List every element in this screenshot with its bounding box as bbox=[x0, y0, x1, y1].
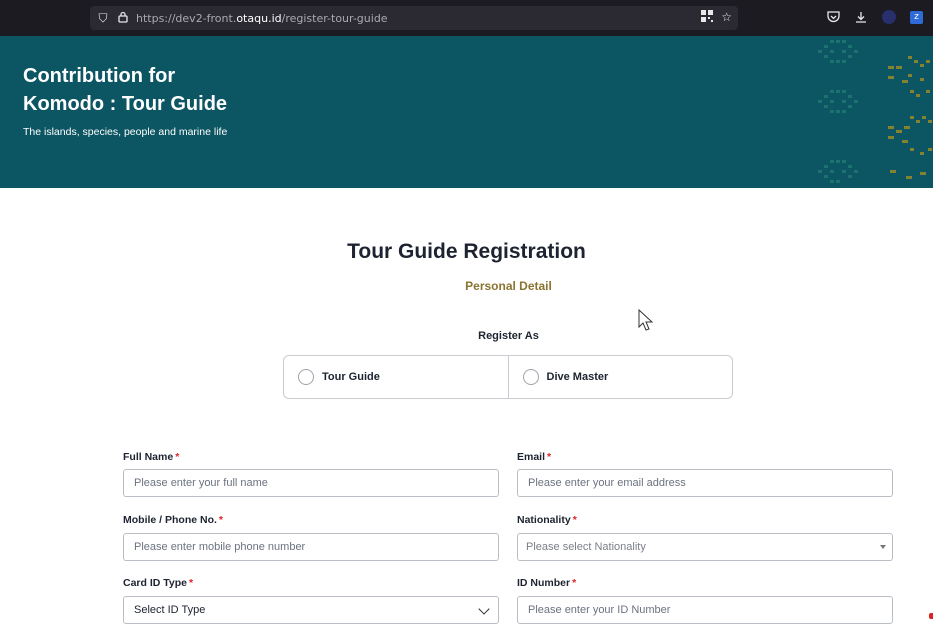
required-mark: * bbox=[572, 514, 577, 526]
register-as-radio-group: Tour Guide Dive Master bbox=[283, 355, 733, 399]
nationality-select[interactable]: Please select Nationality bbox=[517, 533, 893, 561]
browser-toolbar: ⛉ https://dev2-front.otaqu.id/register-t… bbox=[0, 0, 933, 36]
radio-label: Dive Master bbox=[546, 371, 609, 383]
required-mark: * bbox=[188, 577, 194, 589]
phone-field[interactable] bbox=[123, 533, 499, 561]
decorative-pattern bbox=[818, 40, 932, 183]
chevron-down-icon bbox=[478, 603, 490, 615]
radio-option-tour-guide[interactable]: Tour Guide bbox=[284, 356, 508, 398]
required-mark: * bbox=[218, 514, 224, 526]
address-bar[interactable]: ⛉ https://dev2-front.otaqu.id/register-t… bbox=[90, 6, 738, 30]
email-field[interactable] bbox=[517, 469, 893, 497]
register-as-label: Register As bbox=[478, 330, 539, 342]
nationality-label: Nationality * bbox=[517, 514, 577, 526]
url-text[interactable]: https://dev2-front.otaqu.id/register-tou… bbox=[136, 12, 388, 25]
card-id-type-value: Select ID Type bbox=[134, 604, 206, 616]
required-mark: * bbox=[175, 451, 180, 463]
phone-input[interactable] bbox=[134, 541, 498, 553]
mouse-pointer-icon bbox=[638, 309, 654, 331]
extension-icon[interactable] bbox=[882, 10, 896, 24]
email-label: Email * bbox=[517, 451, 552, 463]
id-number-field[interactable] bbox=[517, 596, 893, 624]
bookmark-star-icon[interactable]: ☆ bbox=[721, 10, 732, 25]
pocket-icon[interactable] bbox=[826, 10, 840, 24]
hero-title: Contribution for Komodo : Tour Guide bbox=[23, 65, 228, 115]
phone-label: Mobile / Phone No. * bbox=[123, 514, 224, 526]
shield-icon[interactable]: ⛉ bbox=[96, 11, 110, 26]
full-name-input[interactable] bbox=[134, 477, 498, 489]
full-name-field[interactable] bbox=[123, 469, 499, 497]
lock-icon[interactable] bbox=[116, 11, 130, 26]
floating-widget-edge[interactable] bbox=[929, 613, 933, 619]
radio-button[interactable] bbox=[522, 369, 539, 385]
radio-label: Tour Guide bbox=[322, 371, 380, 383]
download-icon[interactable] bbox=[854, 10, 868, 24]
qr-code-icon[interactable] bbox=[701, 10, 714, 25]
hero-banner: Contribution for Komodo : Tour Guide The… bbox=[0, 36, 933, 188]
caret-down-icon bbox=[880, 545, 886, 549]
radio-option-dive-master[interactable]: Dive Master bbox=[507, 356, 733, 398]
card-id-type-select[interactable]: Select ID Type bbox=[123, 596, 499, 624]
hero-subtitle: The islands, species, people and marine … bbox=[23, 126, 228, 138]
id-number-label: ID Number * bbox=[517, 577, 577, 589]
required-mark: * bbox=[572, 577, 577, 589]
radio-button[interactable] bbox=[298, 369, 314, 385]
extension-z-icon[interactable]: z bbox=[910, 10, 923, 24]
page-title: Tour Guide Registration bbox=[347, 240, 586, 263]
section-title: Personal Detail bbox=[465, 279, 552, 293]
id-number-input[interactable] bbox=[528, 604, 892, 616]
email-input[interactable] bbox=[528, 477, 892, 489]
required-mark: * bbox=[547, 451, 552, 463]
full-name-label: Full Name * bbox=[123, 451, 180, 463]
nationality-placeholder: Please select Nationality bbox=[526, 541, 646, 553]
card-id-type-label: Card ID Type * bbox=[123, 577, 194, 589]
